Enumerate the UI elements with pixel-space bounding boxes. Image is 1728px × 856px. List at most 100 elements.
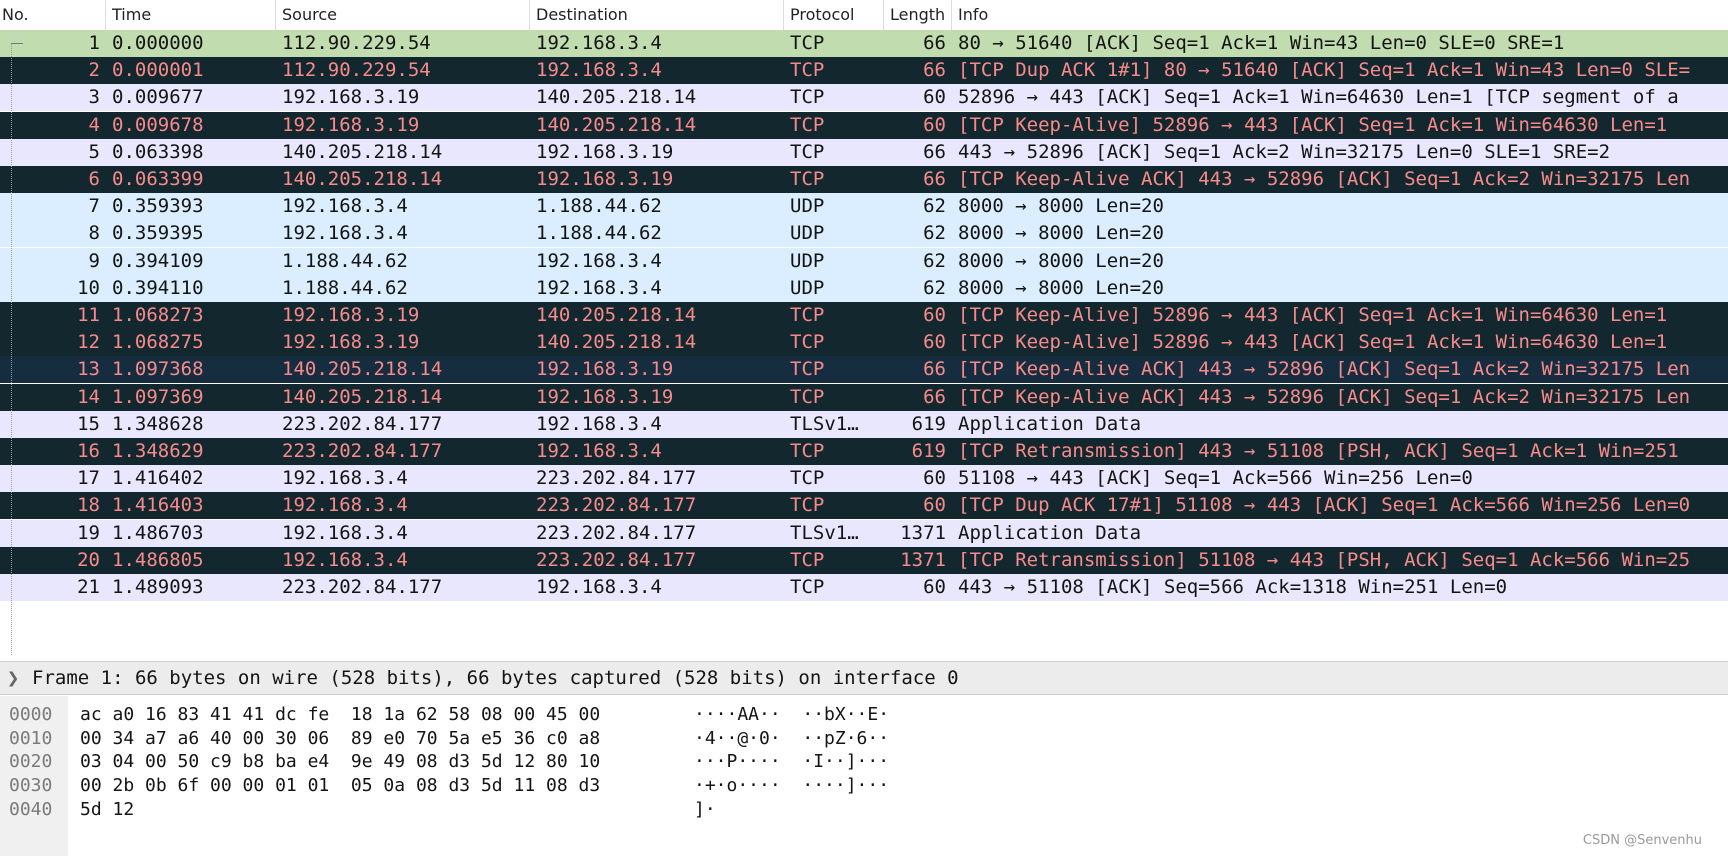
column-header-length[interactable]: Length	[884, 0, 952, 30]
column-header-protocol[interactable]: Protocol	[784, 0, 884, 30]
bytes-offset[interactable]: 0040	[9, 797, 52, 823]
chevron-right-icon[interactable]: ❯	[4, 662, 22, 694]
packet-row[interactable]: 7 0.359393 192.168.3.4 1.188.44.62 UDP 62 8000…	[0, 193, 1728, 221]
packet-source: 192.168.3.19	[282, 113, 420, 136]
packet-info: [TCP Dup ACK 1#1] 80 → 51640 [ACK] Seq=1…	[958, 59, 1691, 82]
packet-row[interactable]: 21 1.489093 223.202.84.177 192.168.3.4 TCP 60…	[0, 574, 1728, 601]
packet-time: 1.486703	[112, 521, 204, 544]
packet-source: 192.168.3.19	[282, 304, 420, 326]
packet-protocol: TCP	[790, 440, 825, 462]
packet-time: 1.416403	[112, 494, 204, 517]
column-header-time[interactable]: Time	[106, 0, 276, 30]
bytes-ascii[interactable]: ···P···· ·I··]···	[694, 749, 889, 775]
packet-source: 192.168.3.4	[282, 494, 408, 517]
packet-destination: 192.168.3.19	[536, 168, 674, 190]
bytes-ascii[interactable]: ·4··@·0· ··pZ·6··	[694, 726, 889, 752]
bytes-hex[interactable]: 5d 12	[80, 797, 134, 823]
bytes-offset[interactable]: 0020	[9, 749, 52, 775]
packet-length: 62	[923, 222, 946, 245]
packet-source: 192.168.3.4	[282, 548, 408, 571]
packet-number: 16	[77, 440, 100, 462]
packet-destination: 192.168.3.4	[536, 249, 662, 272]
packet-row[interactable]: 5 0.063398 140.205.218.14 192.168.3.19 TCP 66…	[0, 138, 1728, 166]
packet-protocol: TCP	[790, 59, 825, 82]
column-header-no[interactable]: No.	[0, 0, 106, 30]
packet-length: 66	[923, 358, 946, 381]
packet-detail-pane: ❯ Frame 1: 66 bytes on wire (528 bits), …	[0, 661, 1728, 695]
packet-row[interactable]: 19 1.486703 192.168.3.4 223.202.84.177 TLSv1…	[0, 519, 1728, 547]
packet-time: 0.000001	[112, 59, 204, 82]
column-header-destination[interactable]: Destination	[530, 0, 784, 30]
packet-length: 1371	[900, 521, 946, 544]
packet-protocol: TCP	[790, 548, 825, 571]
packet-source: 140.205.218.14	[282, 168, 443, 190]
bytes-offset[interactable]: 0030	[9, 773, 52, 799]
packet-destination: 192.168.3.19	[536, 385, 674, 408]
bytes-ascii[interactable]: ····AA·· ··bX··E·	[694, 702, 889, 728]
packet-info: 443 → 52896 [ACK] Seq=1 Ack=2 Win=32175 …	[958, 140, 1611, 163]
packet-row[interactable]: 11 1.068273 192.168.3.19 140.205.218.14 TCP 6…	[0, 302, 1728, 329]
packet-row[interactable]: 3 0.009677 192.168.3.19 140.205.218.14 TCP 60…	[0, 84, 1728, 112]
packet-row[interactable]: 12 1.068275 192.168.3.19 140.205.218.14 TCP 6…	[0, 329, 1728, 357]
packet-protocol: TCP	[790, 494, 825, 517]
packet-info: Application Data	[958, 412, 1142, 435]
packet-row[interactable]: 15 1.348628 223.202.84.177 192.168.3.4 TLSv1…	[0, 410, 1728, 438]
packet-row[interactable]: 8 0.359395 192.168.3.4 1.188.44.62 UDP 62 8000…	[0, 220, 1728, 248]
bytes-hex[interactable]: ac a0 16 83 41 41 dc fe 18 1a 62 58 08 0…	[80, 702, 600, 728]
packet-length: 60	[923, 467, 946, 490]
packet-time: 0.359395	[112, 222, 204, 245]
packet-number: 17	[77, 467, 100, 490]
packet-row[interactable]: 16 1.348629 223.202.84.177 192.168.3.4 TCP 61…	[0, 438, 1728, 465]
packet-length: 60	[923, 86, 946, 109]
packet-row[interactable]: 20 1.486805 192.168.3.4 223.202.84.177 TCP 13…	[0, 546, 1728, 574]
packet-time: 1.348629	[112, 440, 204, 462]
packet-number: 11	[77, 304, 100, 326]
packet-row[interactable]: 9 0.394109 1.188.44.62 192.168.3.4 UDP 62 8000…	[0, 247, 1728, 275]
packet-list[interactable]: No. Time Source Destination Protocol Len…	[0, 0, 1728, 655]
bytes-hex[interactable]: 00 34 a7 a6 40 00 30 06 89 e0 70 5a e5 3…	[80, 726, 600, 752]
packet-destination: 192.168.3.4	[536, 59, 662, 82]
column-header-info[interactable]: Info	[952, 0, 1728, 30]
packet-row[interactable]: 1 0.000000 112.90.229.54 192.168.3.4 TCP 66 80…	[0, 30, 1728, 57]
packet-length: 1371	[900, 548, 946, 571]
packet-number: 18	[77, 494, 100, 517]
packet-info: 8000 → 8000 Len=20	[958, 276, 1164, 299]
packet-time: 0.063398	[112, 140, 204, 163]
bytes-ascii[interactable]: ·+·o···· ····]···	[694, 773, 889, 799]
bytes-hex[interactable]: 03 04 00 50 c9 b8 ba e4 9e 49 08 d3 5d 1…	[80, 749, 600, 775]
packet-number: 9	[88, 249, 100, 272]
bytes-hex[interactable]: 00 2b 0b 6f 00 00 01 01 05 0a 08 d3 5d 1…	[80, 773, 600, 799]
bytes-offset[interactable]: 0000	[9, 702, 52, 728]
bytes-offset[interactable]: 0010	[9, 726, 52, 752]
column-header-source[interactable]: Source	[276, 0, 530, 30]
packet-time: 1.489093	[112, 576, 204, 598]
packet-info: 8000 → 8000 Len=20	[958, 249, 1164, 272]
packet-row[interactable]: 18 1.416403 192.168.3.4 223.202.84.177 TCP 60…	[0, 492, 1728, 520]
packet-destination: 223.202.84.177	[536, 548, 697, 571]
packet-row[interactable]: 6 0.063399 140.205.218.14 192.168.3.19 TCP 66…	[0, 166, 1728, 193]
frame-summary[interactable]: Frame 1: 66 bytes on wire (528 bits), 66…	[32, 662, 959, 694]
packet-number: 2	[88, 59, 100, 82]
packet-info: [TCP Retransmission] 51108 → 443 [PSH, A…	[958, 548, 1691, 571]
packet-row[interactable]: 4 0.009678 192.168.3.19 140.205.218.14 TCP 60…	[0, 111, 1728, 139]
packet-length: 60	[923, 494, 946, 517]
packet-row[interactable]: 2 0.000001 112.90.229.54 192.168.3.4 TCP 66 [T…	[0, 57, 1728, 85]
packet-time: 1.486805	[112, 548, 204, 571]
packet-number: 8	[88, 222, 100, 245]
packet-time: 1.348628	[112, 412, 204, 435]
packet-protocol: TCP	[790, 467, 825, 490]
packet-row[interactable]: 13 1.097368 140.205.218.14 192.168.3.19 TCP 6…	[0, 356, 1728, 384]
packet-protocol: TCP	[790, 304, 825, 326]
packet-info: 80 → 51640 [ACK] Seq=1 Ack=1 Win=43 Len=…	[958, 32, 1565, 54]
bytes-ascii[interactable]: ]·	[694, 797, 716, 823]
packet-destination: 1.188.44.62	[536, 222, 662, 245]
packet-time: 0.359393	[112, 195, 204, 218]
packet-row[interactable]: 14 1.097369 140.205.218.14 192.168.3.19 TCP 6…	[0, 383, 1728, 411]
packet-source: 192.168.3.19	[282, 86, 420, 109]
packet-row[interactable]: 17 1.416402 192.168.3.4 223.202.84.177 TCP 60…	[0, 465, 1728, 493]
packet-destination: 192.168.3.4	[536, 32, 662, 54]
packet-time: 1.416402	[112, 467, 204, 490]
packet-time: 0.063399	[112, 168, 204, 190]
packet-row[interactable]: 10 0.394110 1.188.44.62 192.168.3.4 UDP 62 800…	[0, 274, 1728, 302]
packet-protocol: TCP	[790, 113, 825, 136]
